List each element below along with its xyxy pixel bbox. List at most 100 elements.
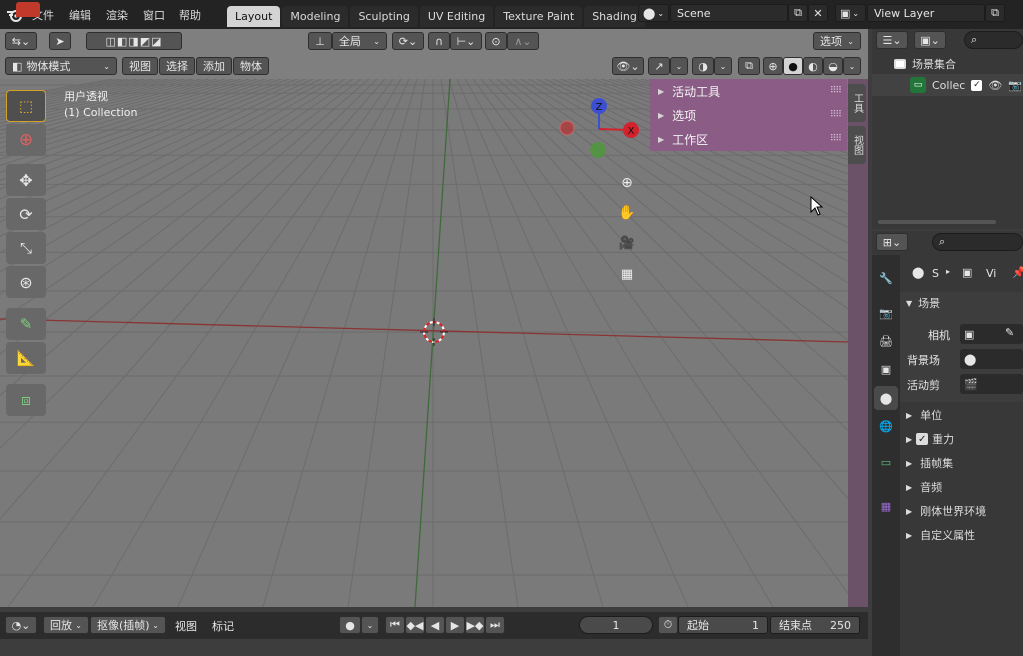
shading-dropdown[interactable]: ⌄ (843, 57, 861, 75)
pin-icon[interactable]: 📌 (1012, 266, 1023, 279)
proportional-falloff-dropdown[interactable]: ∧⌄ (507, 32, 539, 50)
sidebar-item-workspace[interactable]: ▶ 工作区 ⠿⠿ (650, 127, 847, 151)
panel-header-audio[interactable]: ▶ 音频 (900, 476, 1023, 498)
editor-type-button[interactable]: ◔⌄ (5, 616, 37, 634)
view-layer-tab-icon[interactable]: ▣ (874, 357, 898, 381)
pan-hand-icon[interactable]: ✋ (617, 203, 637, 223)
perspective-grid-icon[interactable]: ▦ (617, 264, 637, 284)
jump-start-button[interactable]: ⏮ (385, 616, 405, 634)
view-layer-selector-button[interactable]: ▣ ⌄ (835, 4, 866, 22)
active-clip-field[interactable]: 🎬 (960, 374, 1023, 394)
menu-help[interactable]: 帮助 (179, 7, 201, 23)
drag-grip-icon[interactable]: ⠿⠿ (830, 134, 842, 144)
proportional-edit-toggle[interactable]: ⊙ (485, 32, 507, 50)
properties-editor-type-button[interactable]: ⊞⌄ (876, 233, 908, 251)
timeline-menu-view[interactable]: 视图 (175, 618, 197, 634)
mode-dropdown[interactable]: ◧ 物体模式 ⌄ (5, 57, 117, 75)
texture-tab-icon[interactable]: ▦ (874, 494, 898, 518)
camera-icon[interactable]: 📷 (1008, 79, 1022, 92)
tab-sculpting[interactable]: Sculpting (350, 6, 418, 27)
render-tab-icon[interactable]: 📷 (874, 301, 898, 325)
keying-dropdown[interactable]: 抠像(插帧) ⌄ (90, 616, 166, 634)
menu-edit[interactable]: 编辑 (69, 7, 91, 23)
eyedropper-icon[interactable]: ✎ (1005, 326, 1014, 339)
transform-pivot-button[interactable]: ⇆⌄ (5, 32, 37, 50)
add-cube-tool[interactable]: ⧈ (6, 384, 46, 416)
sidebar-item-options[interactable]: ▶ 选项 ⠿⠿ (650, 103, 847, 127)
collection-tab-icon[interactable]: ▭ (874, 450, 898, 474)
select-box-tool[interactable]: ⬚ (6, 90, 46, 122)
scale-tool[interactable]: ⤡ (6, 232, 46, 264)
tab-shading[interactable]: Shading (584, 6, 645, 27)
orientation-icon[interactable]: ⊥ (308, 32, 332, 50)
prev-keyframe-button[interactable]: ◆◀ (405, 616, 425, 634)
overlays-dropdown[interactable]: ⌄ (714, 57, 732, 75)
drag-grip-icon[interactable]: ⠿⠿ (830, 110, 842, 120)
menu-object[interactable]: 物体 (233, 57, 269, 75)
snap-toggle[interactable]: ∩ (428, 32, 450, 50)
3d-viewport[interactable]: 用户透视 (1) Collection Z X ⊕ ✋ 🎥 ▦ (0, 79, 848, 607)
tab-layout[interactable]: Layout (227, 6, 281, 27)
pivot-point-dropdown[interactable]: ⟳⌄ (392, 32, 424, 50)
auto-keying-dropdown[interactable]: ⌄ (361, 616, 379, 634)
next-keyframe-button[interactable]: ▶◆ (465, 616, 485, 634)
menu-window[interactable]: 窗口 (143, 7, 165, 23)
sidebar-item-active-tool[interactable]: ▶ 活动工具 ⠿⠿ (650, 79, 847, 103)
eye-icon[interactable]: 👁 (988, 79, 1002, 92)
gravity-checkbox[interactable]: ✓ (916, 433, 929, 445)
panel-header-keying-sets[interactable]: ▶ 插帧集 (900, 452, 1023, 474)
move-tool[interactable]: ✥ (6, 164, 46, 196)
transform-tool[interactable]: ⊛ (6, 266, 46, 298)
outliner-search-input[interactable]: ⌕ (964, 31, 1023, 49)
frame-start-field[interactable]: 起始 1 (678, 616, 768, 634)
breadcrumb-scene[interactable]: S (932, 267, 939, 280)
outliner-row-collection[interactable]: ▭ Collec ✓ 👁 📷 (872, 74, 1023, 96)
play-reverse-button[interactable]: ◀ (425, 616, 445, 634)
jump-end-button[interactable]: ⏭ (485, 616, 505, 634)
panel-header-rigid-body-world[interactable]: ▶ 刚体世界环境 (900, 500, 1023, 522)
shading-wireframe-button[interactable]: ⊕ (763, 57, 783, 75)
breadcrumb-view-layer[interactable]: Vi (986, 267, 996, 280)
outliner-editor-type-button[interactable]: ☰⌄ (876, 31, 908, 49)
orientation-dropdown[interactable]: 全局 ⌄ (332, 32, 387, 50)
overlays-toggle[interactable]: ◑ (692, 57, 714, 75)
tool-tab-icon[interactable]: 🔧 (874, 266, 898, 290)
new-view-layer-icon[interactable]: ⧉ (985, 4, 1005, 22)
scene-tab-icon[interactable]: ⬤ (874, 386, 898, 410)
menu-view[interactable]: 视图 (122, 57, 158, 75)
select-mode-buttons[interactable]: ◫◧◨◩◪ (86, 32, 182, 50)
use-preview-range-icon[interactable]: ⏱ (658, 616, 678, 634)
annotate-tool[interactable]: ✎ (6, 308, 46, 340)
menu-add[interactable]: 添加 (196, 57, 232, 75)
tab-texture-paint[interactable]: Texture Paint (495, 6, 583, 27)
navigation-gizmo[interactable]: Z X (555, 93, 645, 173)
snap-target-dropdown[interactable]: ⊢⌄ (450, 32, 482, 50)
zoom-icon[interactable]: ⊕ (617, 173, 637, 193)
background-scene-field[interactable]: ⬤ (960, 349, 1023, 369)
menu-render[interactable]: 渲染 (106, 7, 128, 23)
shading-rendered-button[interactable]: ◒ (823, 57, 843, 75)
exclude-checkbox[interactable]: ✓ (971, 79, 983, 91)
frame-end-field[interactable]: 结束点 250 (770, 616, 860, 634)
auto-keying-toggle[interactable]: ● (339, 616, 361, 634)
remove-scene-icon[interactable]: ✕ (808, 4, 828, 22)
options-dropdown[interactable]: 选项 ⌄ (813, 32, 861, 50)
gizmo-dropdown[interactable]: ⌄ (670, 57, 688, 75)
shading-material-button[interactable]: ◐ (803, 57, 823, 75)
cursor-tool[interactable]: ⊕ (6, 124, 46, 156)
panel-header-scene[interactable]: ▼ 场景 (900, 292, 1023, 314)
drag-grip-icon[interactable]: ⠿⠿ (830, 86, 842, 96)
tab-uv-editing[interactable]: UV Editing (419, 6, 494, 27)
outliner-scrollbar[interactable] (878, 220, 996, 224)
scene-name-field[interactable]: Scene (670, 4, 788, 22)
new-scene-icon[interactable]: ⧉ (788, 4, 808, 22)
gizmo-toggle[interactable]: ↗ (648, 57, 670, 75)
select-tool-icon[interactable]: ➤ (49, 32, 71, 50)
world-tab-icon[interactable]: 🌐 (874, 414, 898, 438)
view-layer-name-field[interactable]: View Layer (867, 4, 985, 22)
xray-toggle[interactable]: ⧉ (738, 57, 760, 75)
camera-view-icon[interactable]: 🎥 (617, 233, 637, 253)
tab-view[interactable]: 视图 (848, 126, 866, 164)
menu-select[interactable]: 选择 (159, 57, 195, 75)
play-button[interactable]: ▶ (445, 616, 465, 634)
